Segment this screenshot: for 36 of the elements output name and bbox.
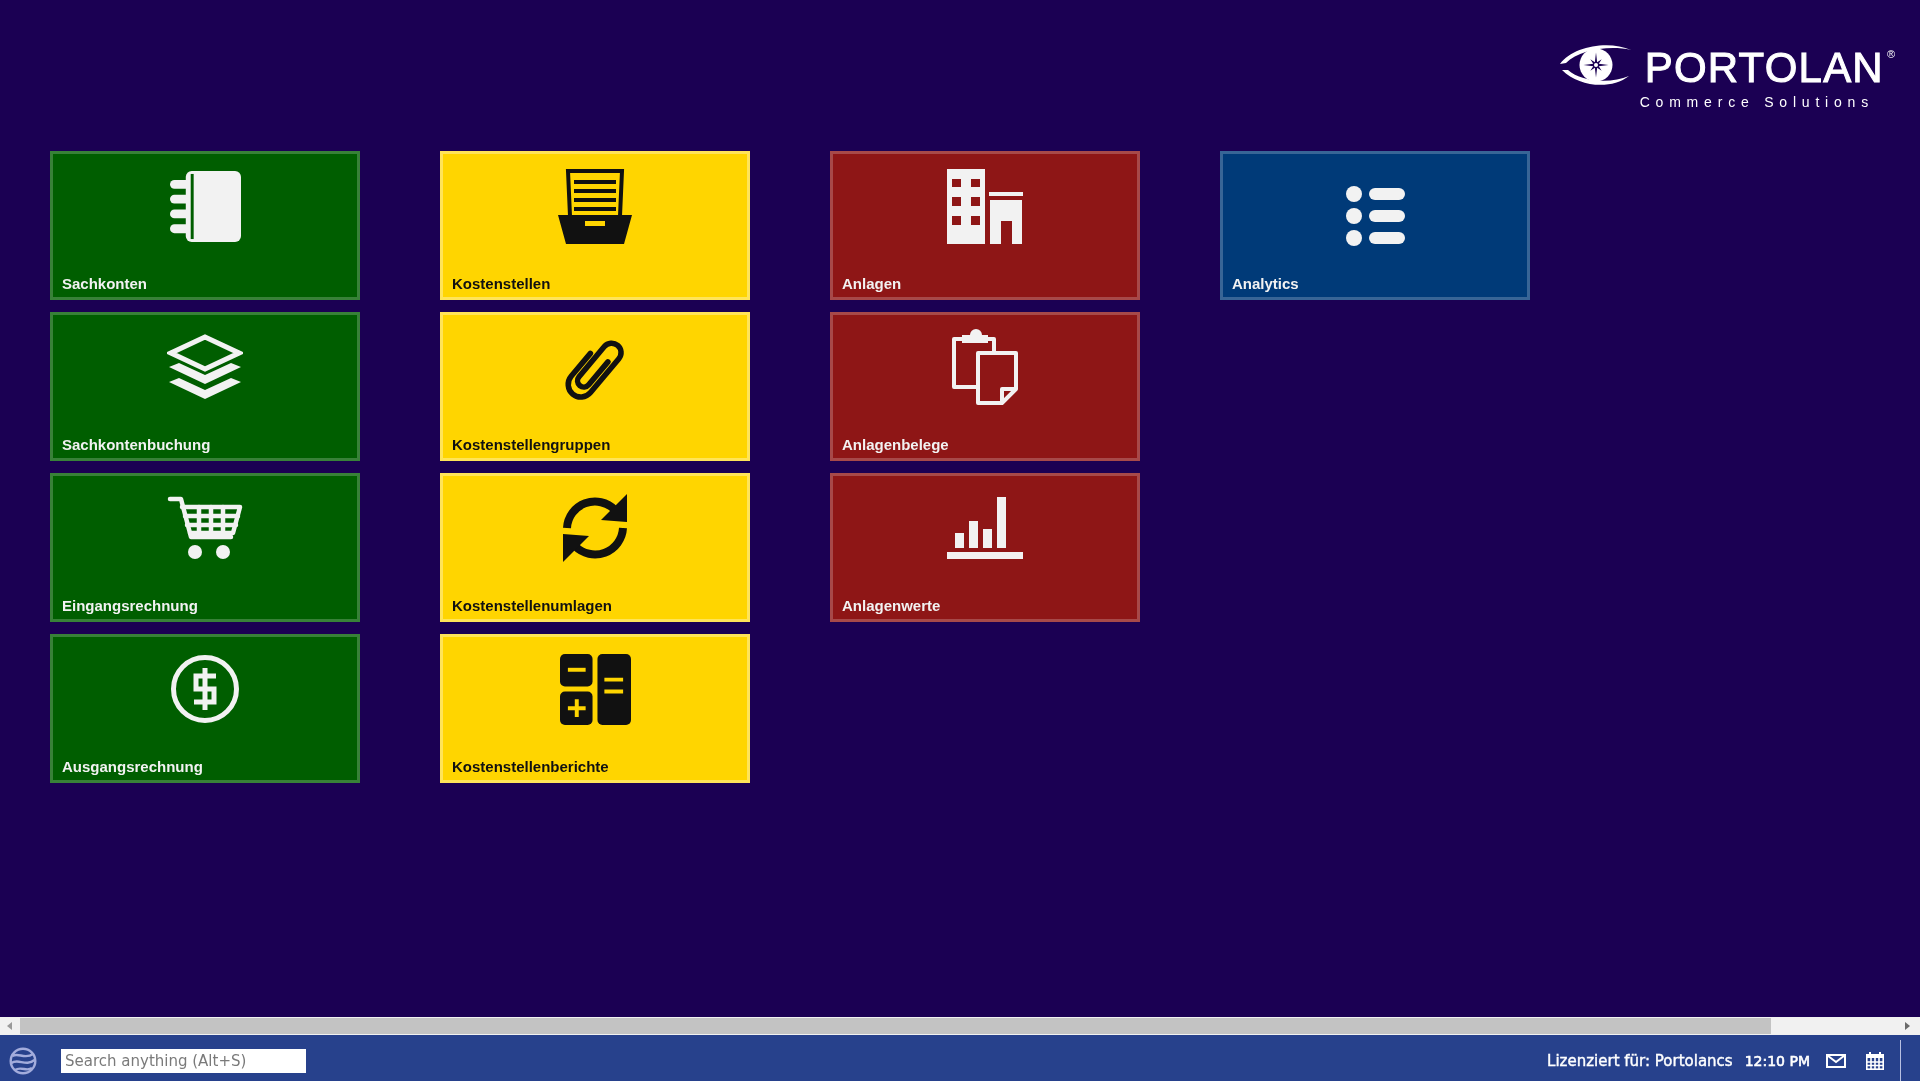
app-tile[interactable]: Ausgangsrechnung xyxy=(50,634,360,783)
eye-logo-icon xyxy=(1558,42,1632,88)
app-tile[interactable]: Analytics xyxy=(1220,151,1530,300)
buildings-icon xyxy=(947,168,1023,244)
app-tile[interactable]: Kostenstellengruppen xyxy=(440,312,750,461)
app-tile[interactable]: Sachkonten xyxy=(50,151,360,300)
brand-wordmark: PORTOLAN xyxy=(1644,47,1884,89)
right-arrow-icon[interactable] xyxy=(1905,1022,1910,1030)
card-drawer-icon xyxy=(558,168,632,244)
app-tile[interactable]: Anlagen xyxy=(830,151,1140,300)
calendar-icon[interactable] xyxy=(1866,1052,1884,1070)
list-icon xyxy=(1345,186,1405,246)
dollar-coin-icon xyxy=(170,654,240,724)
mail-icon[interactable] xyxy=(1826,1054,1846,1068)
search-field[interactable]: Search anything (Alt+S) xyxy=(61,1049,306,1073)
app-tile[interactable]: Kostenstellenberichte xyxy=(440,634,750,783)
clock-text: 12:10 PM xyxy=(1744,1051,1810,1071)
left-arrow-icon[interactable] xyxy=(7,1022,12,1030)
scrollbar-thumb[interactable] xyxy=(20,1018,1771,1034)
brand-tagline: Commerce Solutions xyxy=(1639,95,1874,109)
calculator-icon xyxy=(559,653,631,725)
app-tile[interactable]: Sachkontenbuchung xyxy=(50,312,360,461)
app-tile[interactable]: Kostenstellenumlagen xyxy=(440,473,750,622)
horizontal-scrollbar[interactable] xyxy=(0,1017,1920,1035)
layers-icon xyxy=(167,334,243,400)
app-tile[interactable]: Anlagenwerte xyxy=(830,473,1140,622)
clipboard-icon xyxy=(950,329,1020,405)
license-text: Lizenziert für: Portolancs xyxy=(1547,1050,1733,1072)
app-tile[interactable]: Eingangsrechnung xyxy=(50,473,360,622)
shopping-cart-icon xyxy=(167,495,243,561)
app-tile[interactable]: Anlagenbelege xyxy=(830,312,1140,461)
bar-chart-icon xyxy=(947,497,1023,559)
notebook-icon xyxy=(169,170,241,242)
registered-mark: ® xyxy=(1886,49,1895,60)
globe-icon[interactable] xyxy=(9,1047,37,1075)
app-tile[interactable]: Kostenstellen xyxy=(440,151,750,300)
